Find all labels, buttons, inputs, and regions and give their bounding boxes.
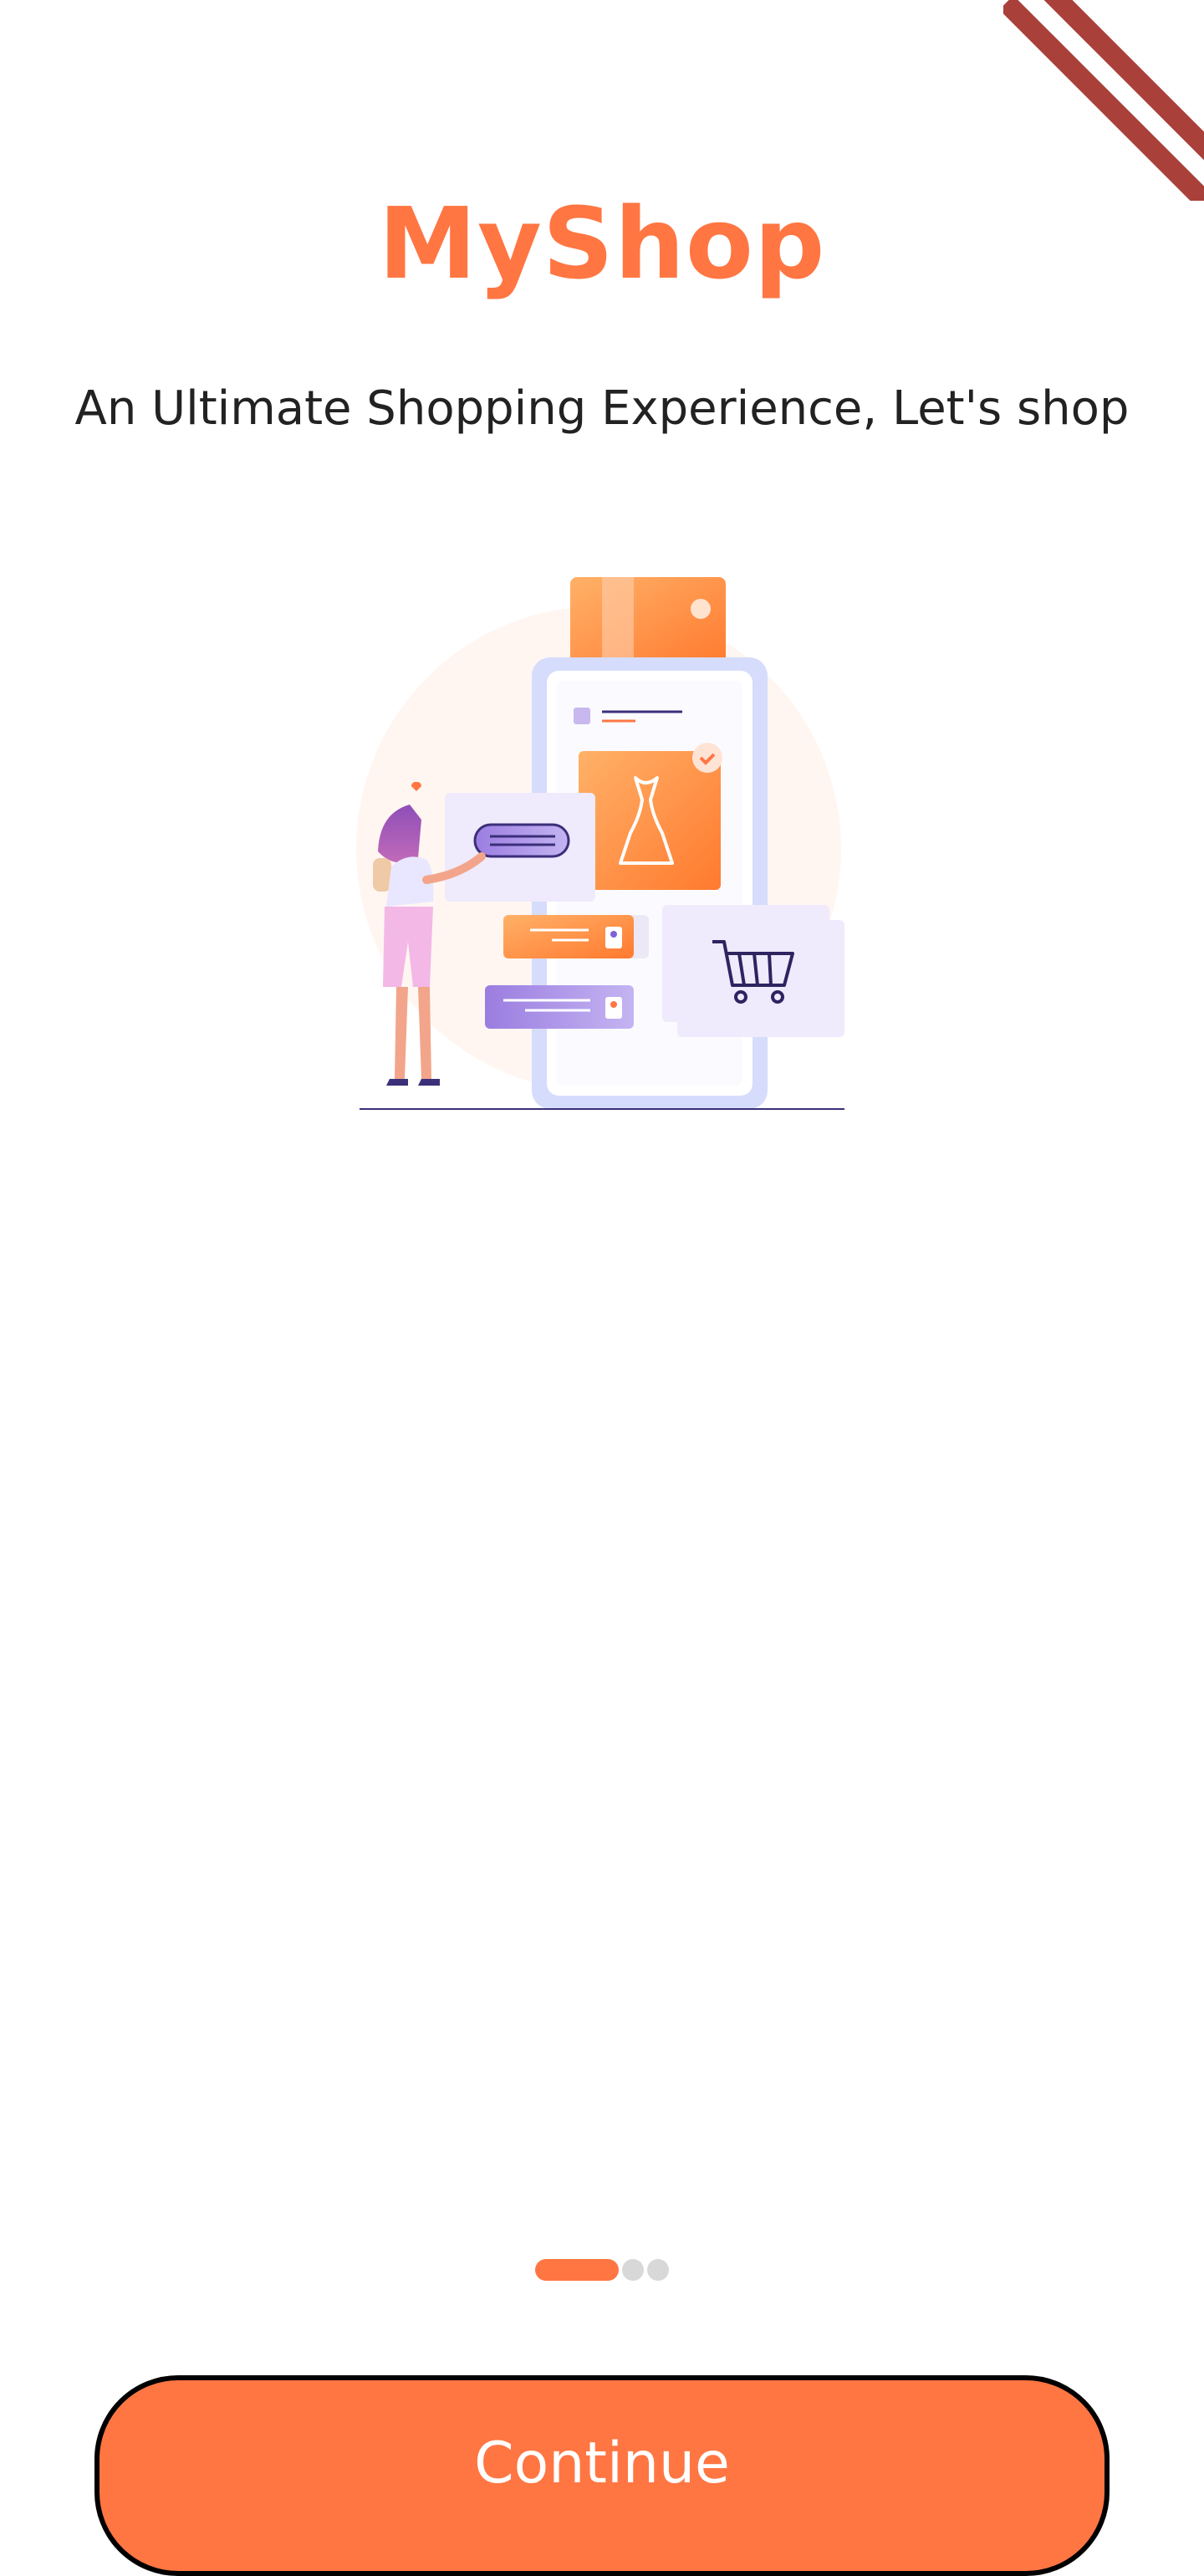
credit-card bbox=[570, 577, 726, 666]
app-title: MyShop bbox=[378, 186, 826, 301]
page-indicator bbox=[535, 2259, 669, 2281]
page-dot[interactable] bbox=[622, 2259, 644, 2281]
continue-button[interactable]: Continue bbox=[94, 2375, 1110, 2576]
page-dot-active[interactable] bbox=[535, 2259, 619, 2281]
debug-banner bbox=[1003, 0, 1204, 201]
app-tagline: An Ultimate Shopping Experience, Let's s… bbox=[74, 381, 1130, 436]
page-dot[interactable] bbox=[647, 2259, 669, 2281]
cart-panel bbox=[662, 905, 829, 1022]
shopping-illustration bbox=[356, 577, 844, 1110]
debug-ribbon bbox=[1003, 0, 1204, 201]
dress-card bbox=[579, 751, 721, 890]
